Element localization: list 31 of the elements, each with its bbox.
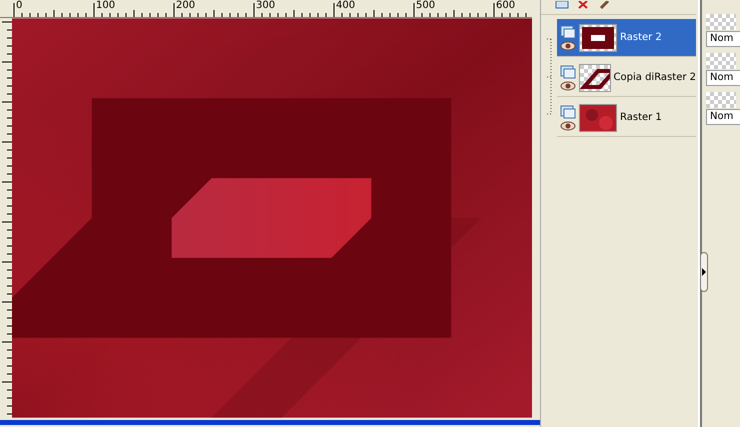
blend-mode-dropdown[interactable]: Nom xyxy=(706,109,740,125)
layer-row[interactable]: Copia diRaster 2 xyxy=(557,59,696,97)
layer-type-icon xyxy=(560,64,576,78)
ruler-label: 0 xyxy=(16,0,22,11)
panel-splitter-handle[interactable] xyxy=(700,252,708,292)
layer-name: Copia diRaster 2 xyxy=(614,72,696,83)
opacity-swatch xyxy=(706,92,736,108)
layer-type-icon xyxy=(560,104,576,118)
layer-type-icon xyxy=(560,24,576,38)
ruler-label: 100 xyxy=(96,0,116,11)
layer-name: Raster 2 xyxy=(620,32,662,43)
ruler-label: 200 xyxy=(176,0,196,11)
layer-thumbnail xyxy=(579,104,617,132)
opacity-swatch xyxy=(706,53,736,69)
layer-row[interactable]: Raster 2 xyxy=(557,19,696,57)
ruler-label: 300 xyxy=(256,0,276,11)
ruler-label: 600 xyxy=(496,0,516,11)
eye-icon[interactable] xyxy=(560,120,576,130)
blend-mode-dropdown[interactable]: Nom xyxy=(706,70,740,86)
layer-thumbnail xyxy=(579,24,617,52)
brush-icon[interactable] xyxy=(599,1,611,9)
blend-mode-dropdown[interactable]: Nom xyxy=(706,31,740,47)
eye-icon[interactable] xyxy=(560,80,576,90)
new-layer-icon[interactable] xyxy=(555,1,569,9)
layer-row[interactable]: Raster 1 xyxy=(557,99,696,137)
layer-thumbnail xyxy=(579,64,611,92)
ruler-label: 400 xyxy=(336,0,356,11)
opacity-swatch xyxy=(706,14,736,30)
ruler-label: 500 xyxy=(416,0,436,11)
eye-icon[interactable] xyxy=(560,40,576,50)
layer-name: Raster 1 xyxy=(620,112,662,123)
